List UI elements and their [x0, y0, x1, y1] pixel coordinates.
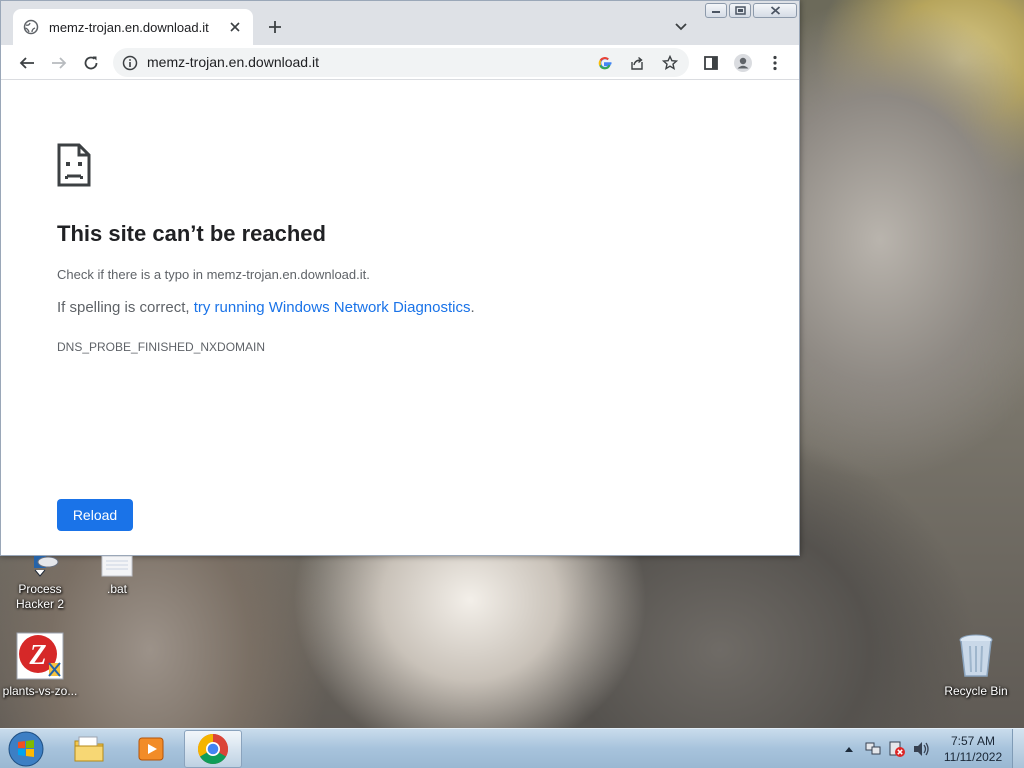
clock-date: 11/11/2022	[943, 750, 1003, 764]
browser-toolbar: memz-trojan.en.download.it	[1, 45, 799, 80]
globe-icon	[23, 19, 39, 35]
media-player-icon[interactable]	[122, 730, 180, 768]
svg-text:Z: Z	[28, 640, 46, 671]
diagnostics-prefix: If spelling is correct,	[57, 299, 194, 316]
network-diagnostics-link[interactable]: try running Windows Network Diagnostics	[194, 299, 471, 316]
sad-page-icon	[57, 143, 91, 187]
error-code: DNS_PROBE_FINISHED_NXDOMAIN	[57, 340, 266, 354]
reload-button[interactable]: Reload	[57, 499, 133, 531]
tab-active[interactable]: memz-trojan.en.download.it	[13, 9, 253, 45]
network-icon[interactable]	[864, 740, 882, 758]
plants-vs-zombies-icon: Z	[16, 632, 64, 680]
process-hacker-icon	[34, 556, 59, 577]
desktop-label: Recycle Bin	[944, 684, 1008, 698]
error-typo-hint: Check if there is a typo in memz-trojan.…	[57, 267, 370, 282]
tab-strip: memz-trojan.en.download.it	[1, 1, 799, 45]
google-icon[interactable]	[595, 53, 615, 73]
batch-file-icon	[101, 555, 133, 577]
minimize-icon[interactable]	[705, 3, 727, 18]
tab-title: memz-trojan.en.download.it	[49, 19, 209, 35]
reload-icon[interactable]	[79, 51, 103, 75]
browser-window: memz-trojan.en.download.it memz-trojan.e…	[0, 0, 800, 556]
close-icon[interactable]	[753, 3, 797, 18]
show-desktop-button[interactable]	[1012, 729, 1024, 768]
url-text[interactable]: memz-trojan.en.download.it	[147, 54, 319, 70]
desktop-label: plants-vs-zo...	[2, 684, 78, 698]
error-diagnostics-hint: If spelling is correct, try running Wind…	[57, 299, 475, 316]
tab-close-icon[interactable]	[227, 19, 243, 35]
side-panel-icon[interactable]	[699, 51, 723, 75]
chevron-down-icon[interactable]	[671, 17, 691, 37]
taskbar: 7:57 AM 11/11/2022	[0, 728, 1024, 768]
info-icon[interactable]	[121, 54, 139, 72]
error-page: This site can’t be reached Check if ther…	[1, 81, 799, 555]
desktop-label: .bat	[106, 582, 127, 596]
address-bar[interactable]: memz-trojan.en.download.it	[113, 48, 689, 77]
windows-start-icon[interactable]	[6, 731, 46, 767]
new-tab-button[interactable]	[263, 15, 287, 39]
chrome-icon[interactable]	[184, 730, 242, 768]
system-tray	[840, 729, 930, 768]
taskbar-clock[interactable]: 7:57 AM 11/11/2022	[940, 733, 1006, 765]
forward-button[interactable]	[47, 51, 71, 75]
file-explorer-icon[interactable]	[60, 730, 118, 768]
show-hidden-icons-icon[interactable]	[840, 740, 858, 758]
desktop-icon-bat[interactable]: .bat	[77, 555, 157, 597]
clock-time: 7:57 AM	[950, 734, 996, 748]
back-button[interactable]	[15, 51, 39, 75]
star-icon[interactable]	[660, 53, 680, 73]
share-icon[interactable]	[627, 53, 647, 73]
desktop-label: Process	[18, 582, 62, 596]
error-title: This site can’t be reached	[57, 221, 326, 246]
recycle-bin-icon	[959, 634, 993, 677]
volume-icon[interactable]	[912, 740, 930, 758]
restore-icon[interactable]	[729, 3, 751, 18]
desktop-icon-plants-vs-zombies[interactable]: Z plants-vs-zo...	[0, 632, 80, 699]
desktop-icon-process-hacker[interactable]: Process Hacker 2	[0, 556, 80, 612]
desktop-label: Hacker 2	[15, 597, 65, 611]
profile-icon[interactable]	[731, 51, 755, 75]
kebab-menu-icon[interactable]	[763, 51, 787, 75]
diagnostics-suffix: .	[470, 299, 475, 316]
desktop-icon-recycle-bin[interactable]: Recycle Bin	[936, 632, 1016, 699]
action-center-icon[interactable]	[888, 740, 906, 758]
window-controls	[705, 3, 797, 18]
